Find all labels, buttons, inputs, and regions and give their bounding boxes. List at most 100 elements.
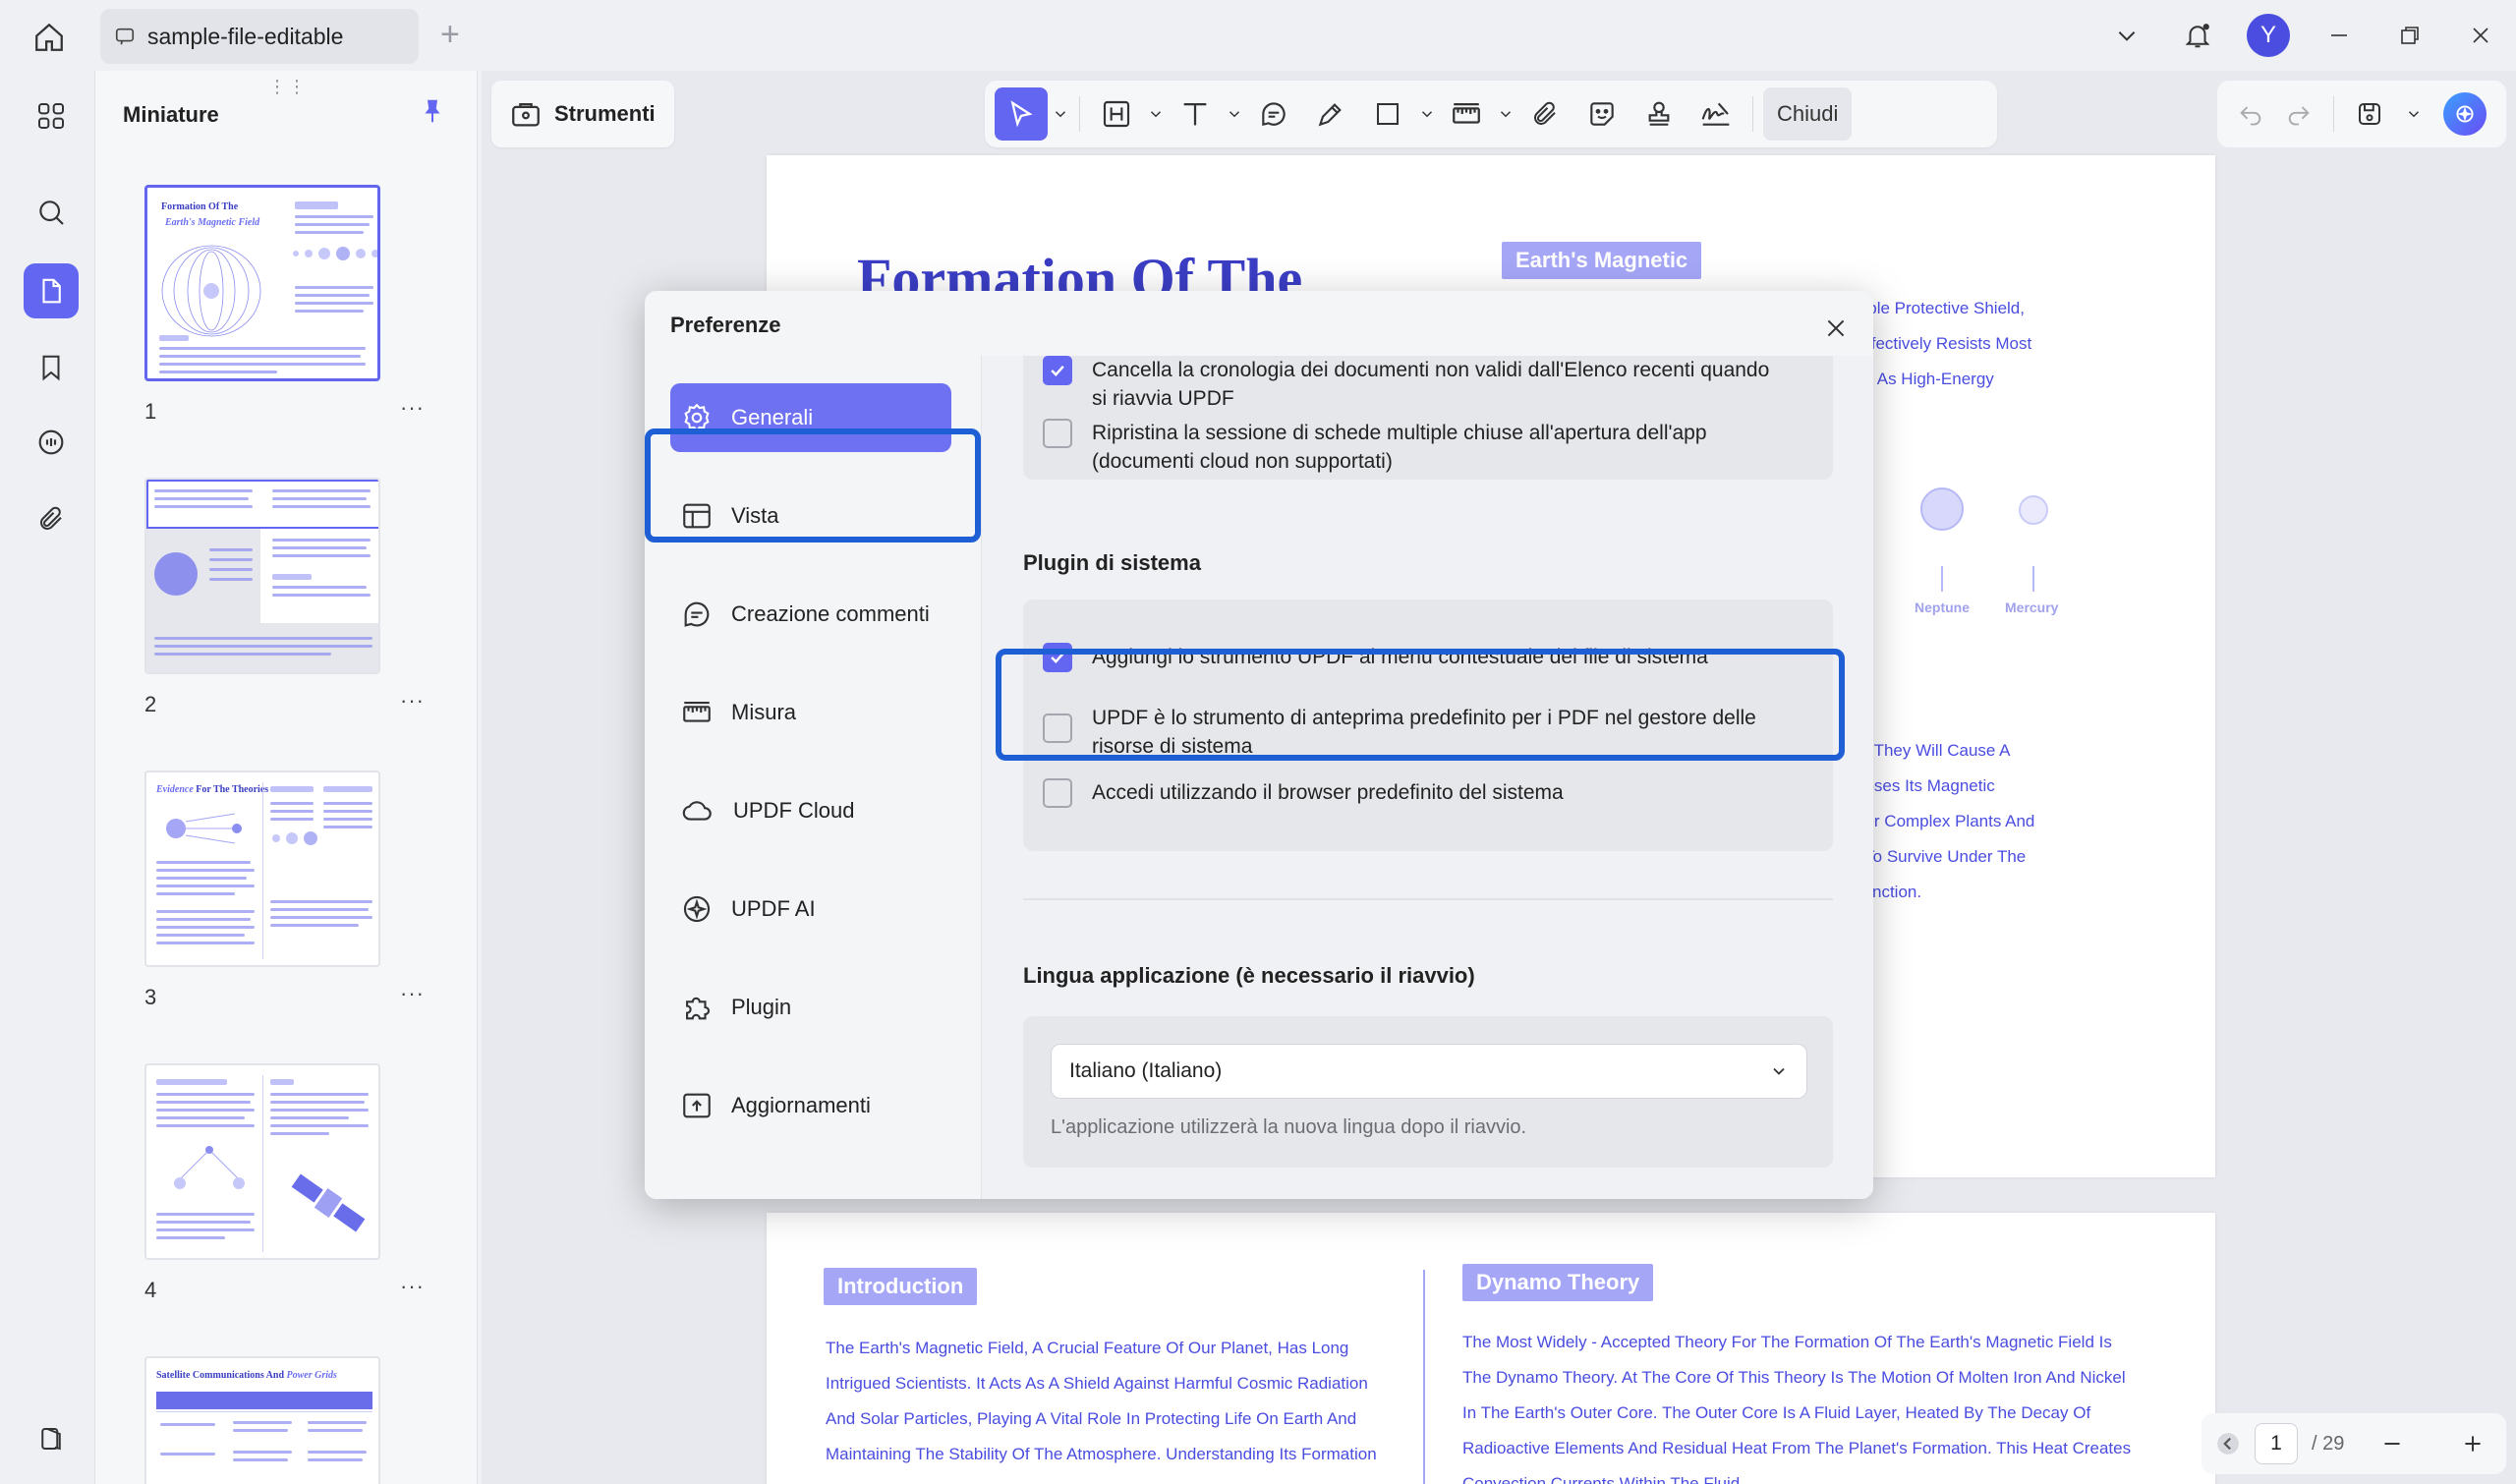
page-thumbnail[interactable]: Evidence For The Theories (144, 771, 380, 967)
page-thumbnail[interactable]: Satellite Communications And Power Grids (144, 1356, 380, 1484)
nav-item-label: Aggiornamenti (731, 1093, 871, 1117)
nav-item-label: Misura (731, 700, 797, 724)
pencil-tool[interactable] (1304, 87, 1357, 141)
save-icon[interactable] (2355, 99, 2384, 129)
layers-button[interactable] (24, 1411, 79, 1466)
nav-highlight-frame (645, 428, 981, 542)
dialog-title: Preferenze (670, 313, 781, 337)
thumbnail-page-number: 2 (144, 692, 157, 716)
notifications-button[interactable] (2162, 0, 2233, 71)
text-icon (1183, 102, 1207, 126)
nav-item-updf-cloud[interactable]: UPDF Cloud (670, 776, 951, 845)
page-number-input[interactable]: 1 (2255, 1423, 2298, 1464)
thumbnail-more-button[interactable]: ··· (400, 395, 425, 421)
chevron-down-icon[interactable] (2405, 105, 2423, 123)
tabs-dropdown-button[interactable] (2091, 0, 2162, 71)
minimize-icon (2331, 34, 2347, 36)
grid-icon (38, 103, 64, 129)
comment-tool[interactable] (1247, 87, 1300, 141)
redo-icon[interactable] (2285, 100, 2313, 128)
checkbox-unchecked[interactable] (1043, 419, 1072, 448)
thumbnail-more-button[interactable]: ··· (400, 981, 425, 1006)
chevron-down-icon[interactable] (1226, 105, 1243, 123)
update-icon (683, 1093, 711, 1118)
thumbnails-button[interactable] (24, 263, 79, 318)
thumbnail-more-button[interactable]: ··· (400, 1274, 425, 1299)
highlight-tool[interactable] (1090, 87, 1143, 141)
chevron-down-icon[interactable] (1497, 105, 1515, 123)
restore-button[interactable] (2374, 0, 2445, 71)
pin-icon (425, 99, 440, 123)
rectangle-icon (1377, 103, 1399, 125)
attach-tool[interactable] (1518, 87, 1572, 141)
comment-bubble-icon (1262, 102, 1286, 127)
nav-item-aggiornamenti[interactable]: Aggiornamenti (670, 1071, 951, 1140)
signature-tool[interactable] (1689, 87, 1743, 141)
stamp-icon (1648, 101, 1670, 126)
previous-page-icon[interactable] (2215, 1431, 2241, 1456)
page-thumbnail[interactable]: Formation Of The Earth's Magnetic Field (144, 185, 380, 381)
preferences-content: Cancella la cronologia dei documenti non… (981, 356, 1873, 1199)
panel-drag-handle[interactable]: ⋮⋮ (268, 77, 308, 97)
shape-tool[interactable] (1361, 87, 1414, 141)
close-tools-button[interactable]: Chiudi (1763, 87, 1853, 141)
attachments-button[interactable] (24, 491, 79, 546)
nav-item-updf-ai[interactable]: UPDF AI (670, 875, 951, 943)
comments-button[interactable] (24, 415, 79, 470)
close-window-button[interactable] (2445, 0, 2516, 71)
title-bar: sample-file-editable + Y (0, 0, 2516, 71)
body-line: sible Protective Shield, (1856, 299, 2025, 317)
pin-panel-button[interactable] (418, 96, 447, 131)
undo-icon[interactable] (2237, 100, 2264, 128)
body-line: In The Earth's Outer Core. The Outer Cor… (1462, 1403, 2091, 1422)
body-line: The Dynamo Theory. At The Core Of This T… (1462, 1368, 2126, 1387)
close-icon (1827, 319, 1845, 337)
measure-tool[interactable] (1440, 87, 1493, 141)
body-line: And Solar Particles, Playing A Vital Rol… (826, 1409, 1357, 1428)
new-tab-button[interactable]: + (440, 18, 460, 51)
home-button[interactable] (29, 18, 69, 57)
magnetic-field-illustration (161, 245, 261, 337)
ai-assistant-button[interactable] (2442, 92, 2487, 136)
option-label: Cancella la cronologia dei documenti non… (1092, 359, 1770, 410)
chevron-down-icon[interactable] (1052, 105, 1069, 123)
language-select[interactable]: Italiano (Italiano) (1051, 1044, 1807, 1099)
body-line: The Most Widely - Accepted Theory For Th… (1462, 1333, 2112, 1351)
planets-diagram (293, 247, 377, 260)
stamp-tool[interactable] (1632, 87, 1686, 141)
thumbnail-title: Evidence For The Theories (156, 784, 269, 795)
nav-item-plugin[interactable]: Plugin (670, 973, 951, 1042)
text-tool[interactable] (1169, 87, 1222, 141)
body-line: t To Survive Under The (1856, 847, 2027, 866)
checkbox-checked[interactable] (1043, 356, 1072, 385)
apps-button[interactable] (24, 88, 79, 143)
zoom-out-icon[interactable] (2379, 1431, 2405, 1456)
pen-icon (1318, 103, 1342, 127)
option-restore-session[interactable]: Ripristina la sessione di schede multipl… (1043, 419, 1707, 476)
option-clear-history[interactable]: Cancella la cronologia dei documenti non… (1043, 356, 1769, 413)
bookmarks-button[interactable] (24, 340, 79, 395)
option-default-browser[interactable]: Accedi utilizzando il browser predefinit… (1043, 778, 1564, 808)
nav-item-misura[interactable]: Misura (670, 678, 951, 747)
zoom-in-icon[interactable] (2460, 1431, 2486, 1456)
account-button[interactable]: Y (2233, 0, 2304, 71)
sticker-tool[interactable] (1575, 87, 1629, 141)
search-button[interactable] (24, 185, 79, 240)
dialog-close-button[interactable] (1818, 311, 1854, 346)
chevron-down-icon (1773, 1067, 1785, 1075)
page-thumbnail[interactable] (144, 1063, 380, 1260)
select-tool[interactable] (995, 87, 1048, 141)
document-tab[interactable]: sample-file-editable (100, 9, 419, 64)
tools-button[interactable]: Strumenti (491, 81, 674, 147)
thumbnail-subtitle: Earth's Magnetic Field (165, 217, 260, 228)
nav-item-creazione-commenti[interactable]: Creazione commenti (670, 580, 951, 649)
minimize-button[interactable] (2304, 0, 2374, 71)
page-thumbnail[interactable] (144, 478, 380, 674)
thumbnail-more-button[interactable]: ··· (400, 688, 425, 713)
section-title-language: Lingua applicazione (è necessario il ria… (1023, 963, 1475, 988)
checkbox-unchecked[interactable] (1043, 778, 1072, 808)
chevron-down-icon[interactable] (1147, 105, 1165, 123)
body-line: ch As High-Energy (1856, 370, 1994, 388)
document-tab-icon (115, 28, 135, 45)
chevron-down-icon[interactable] (1418, 105, 1436, 123)
